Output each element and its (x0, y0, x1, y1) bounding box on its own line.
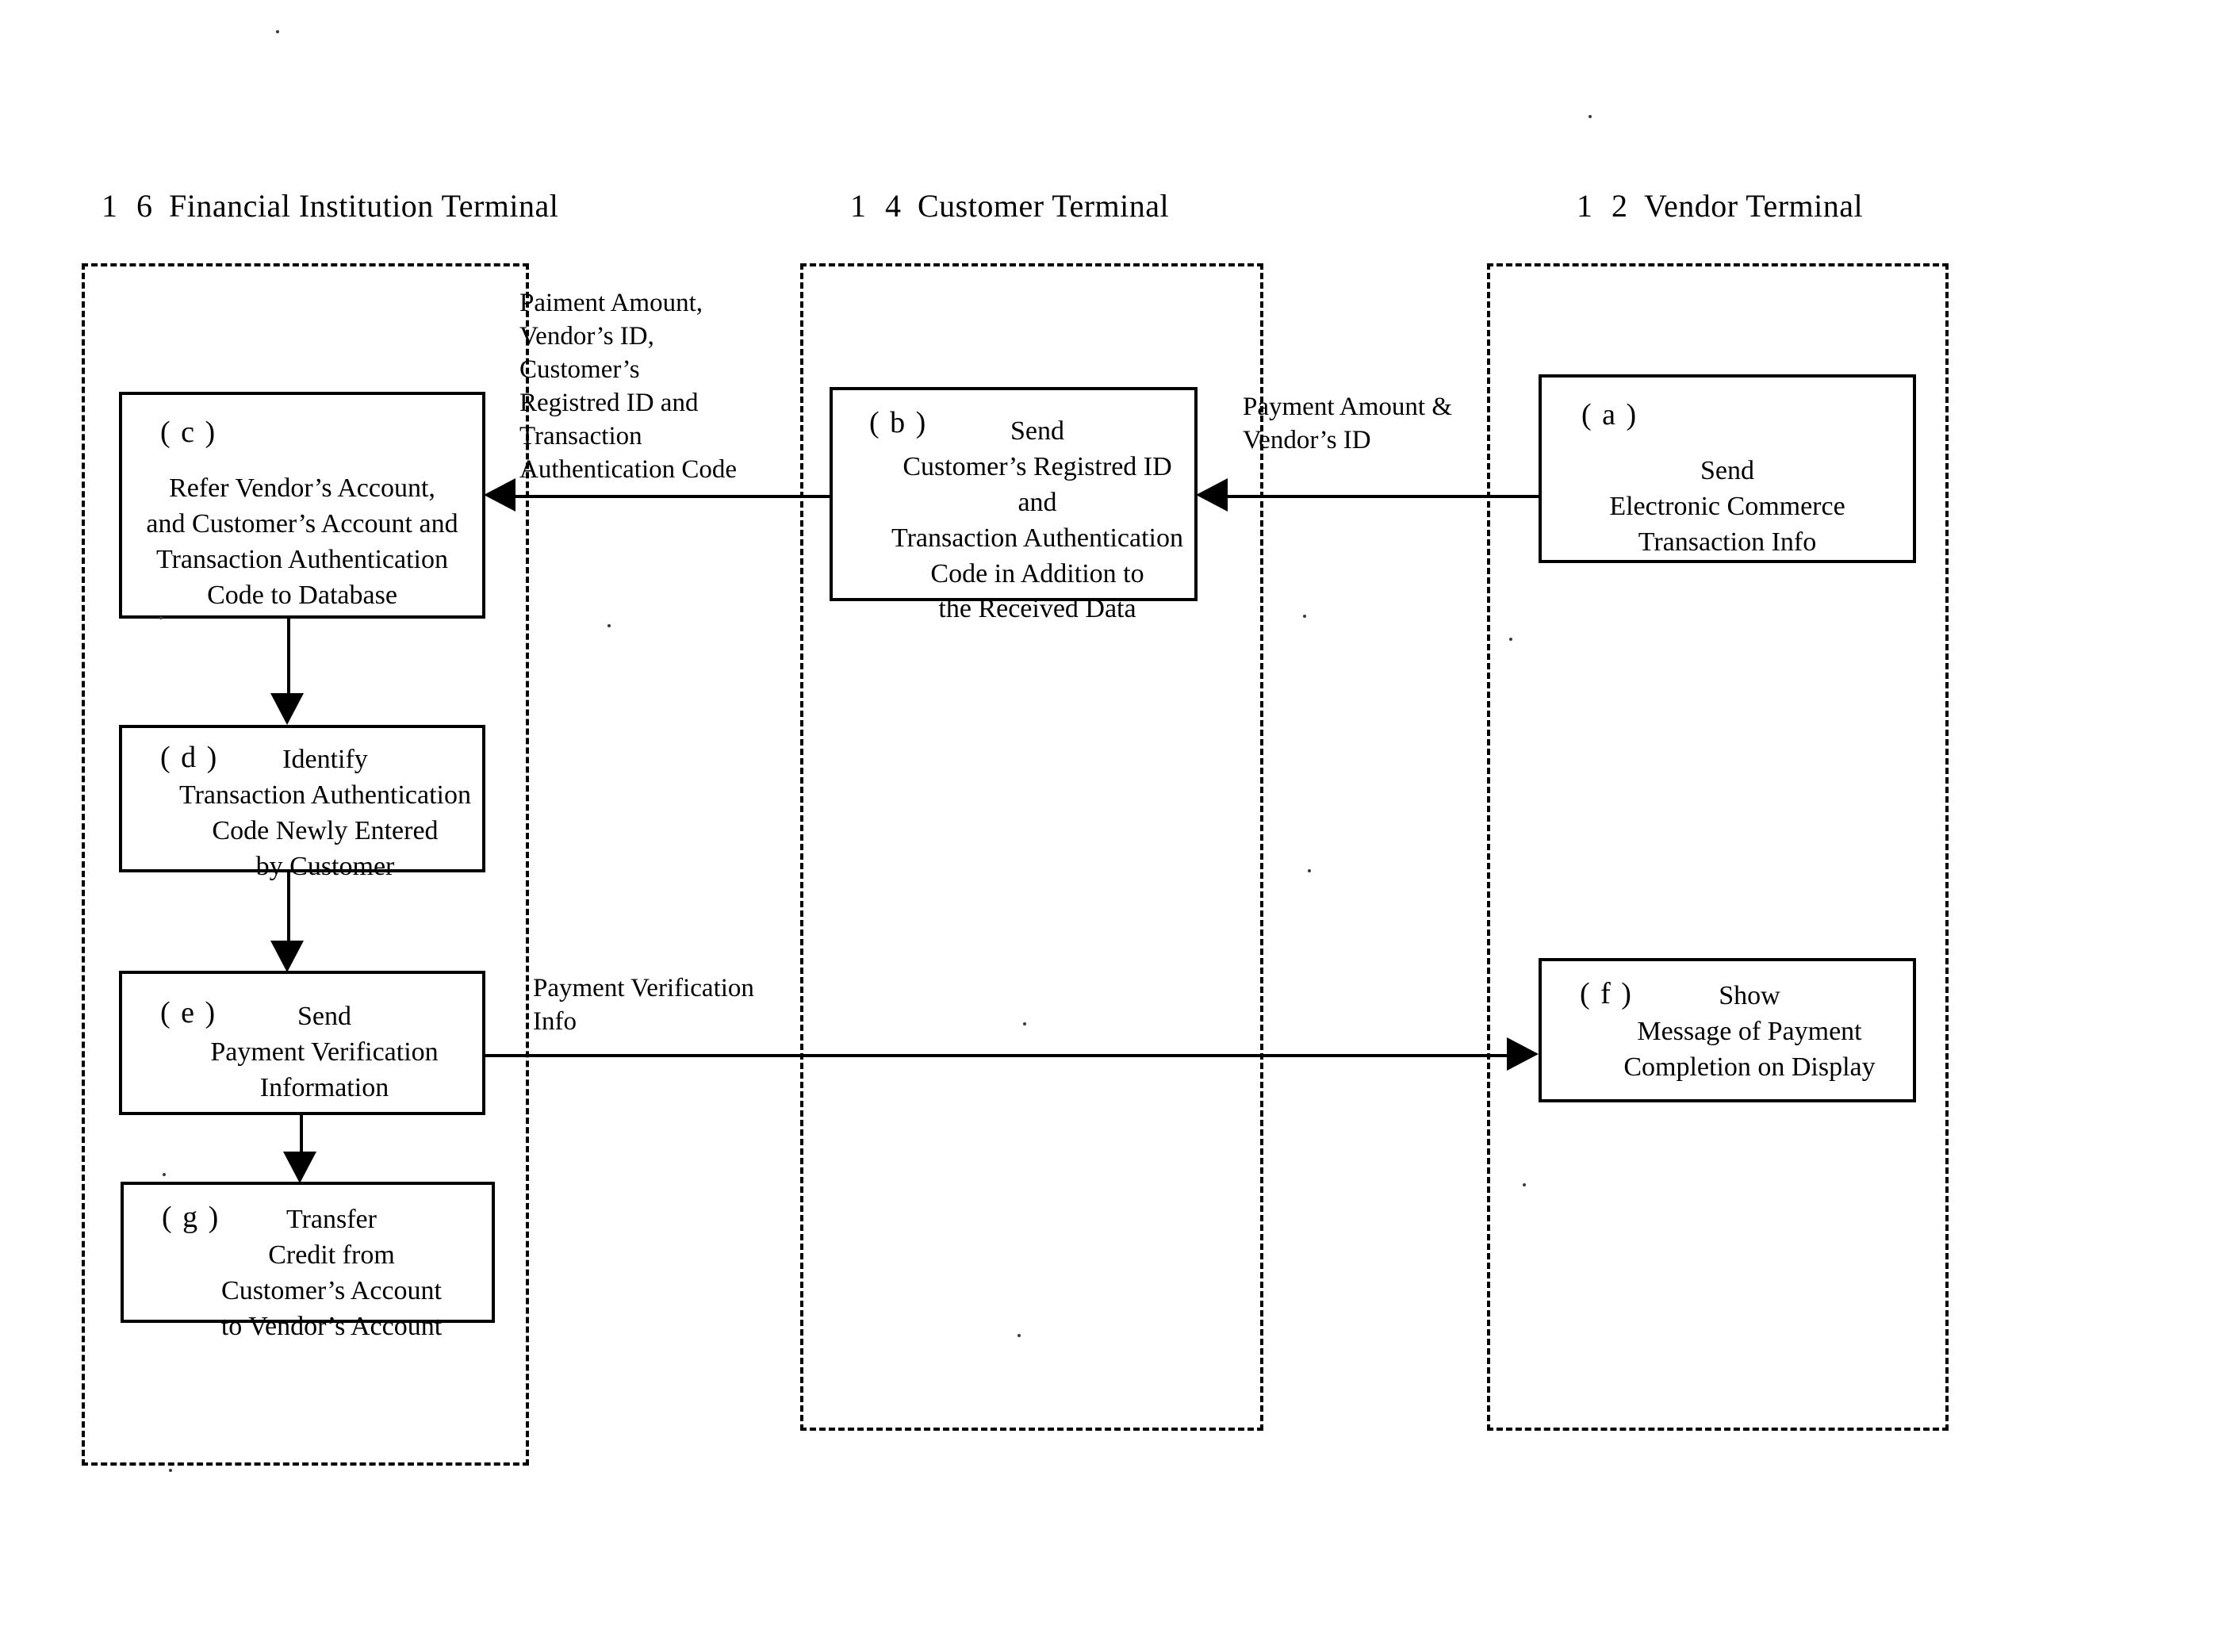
process-box-b[interactable]: ( b ) Send Customer’s Registred ID and T… (830, 387, 1198, 623)
lane-label-financial-institution: Financial Institution Terminal (169, 188, 559, 224)
lane-number-customer: 1 4 (850, 188, 906, 224)
scan-speckle (169, 1469, 172, 1472)
connector-e-to-f-line (484, 1054, 1515, 1057)
edge-label-customer-to-financial: Paiment Amount, Vendor’s ID, Customer’s … (519, 289, 738, 484)
process-box-b-text: Send Customer’s Registred ID and Transac… (891, 416, 1183, 624)
scan-speckle (1018, 1334, 1021, 1337)
process-box-a-tag: ( a ) (1581, 398, 1638, 431)
lane-label-customer: Customer Terminal (918, 188, 1170, 224)
lane-header-vendor: 1 2 Vendor Terminal (1577, 190, 1863, 222)
lane-label-vendor: Vendor Terminal (1644, 188, 1864, 224)
scan-speckle (1023, 1022, 1026, 1025)
process-box-g[interactable]: ( g ) Transfer Credit from Customer’s Ac… (121, 1182, 495, 1341)
scan-speckle (163, 1173, 166, 1176)
process-box-d[interactable]: ( d ) Identify Transaction Authenticatio… (119, 725, 485, 881)
process-box-d-text: Identify Transaction Authentication Code… (179, 745, 471, 881)
scan-speckle (1303, 615, 1306, 618)
connector-e-to-g-arrowhead (283, 1152, 316, 1183)
edge-label-financial-to-vendor: Payment Verification Info (533, 974, 754, 1036)
scan-speckle (1523, 1183, 1526, 1186)
scan-speckle (276, 30, 279, 33)
connector-e-to-g-line (300, 1113, 303, 1152)
scan-speckle (1308, 869, 1311, 872)
connector-d-to-e-arrowhead (270, 941, 304, 972)
process-box-c-tag: ( c ) (160, 416, 217, 449)
process-box-e[interactable]: ( e ) Send Payment Verification Informat… (119, 971, 485, 1115)
scan-speckle (607, 624, 611, 627)
connector-a-to-b-line (1228, 495, 1540, 498)
process-box-a[interactable]: ( a ) Send Electronic Commerce Transacti… (1539, 374, 1916, 563)
connector-a-to-b-arrowhead (1196, 478, 1228, 512)
lane-header-financial-institution: 1 6 Financial Institution Terminal (102, 190, 558, 222)
connector-b-to-c-arrowhead (484, 478, 515, 512)
connector-d-to-e-line (287, 871, 290, 941)
process-box-a-text: Send Electronic Commerce Transaction Inf… (1609, 456, 1845, 557)
process-box-c[interactable]: ( c ) Refer Vendor’s Account, and Custom… (119, 392, 485, 619)
scan-speckle (159, 616, 163, 619)
lane-number-financial-institution: 1 6 (102, 188, 158, 224)
lane-number-vendor: 1 2 (1577, 188, 1633, 224)
connector-b-to-c-line (515, 495, 831, 498)
edge-label-vendor-to-customer: Payment Amount & Vendor’s ID (1243, 393, 1452, 454)
process-box-f-text: Show Message of Payment Completion on Di… (1623, 981, 1876, 1082)
scan-speckle (1509, 638, 1512, 641)
scan-speckle (1589, 115, 1592, 118)
connector-c-to-d-line (287, 617, 290, 693)
process-box-c-text: Refer Vendor’s Account, and Customer’s A… (146, 473, 458, 610)
process-box-f[interactable]: ( f ) Show Message of Payment Completion… (1539, 958, 1916, 1102)
connector-e-to-f-arrowhead (1507, 1037, 1539, 1071)
connector-c-to-d-arrowhead (270, 693, 304, 725)
process-box-g-text: Transfer Credit from Customer’s Account … (220, 1205, 443, 1341)
lane-header-customer: 1 4 Customer Terminal (850, 190, 1169, 222)
process-box-e-text: Send Payment Verification Information (210, 1002, 439, 1102)
figure-canvas: 1 6 Financial Institution Terminal 1 4 Cus… (0, 0, 2219, 1652)
